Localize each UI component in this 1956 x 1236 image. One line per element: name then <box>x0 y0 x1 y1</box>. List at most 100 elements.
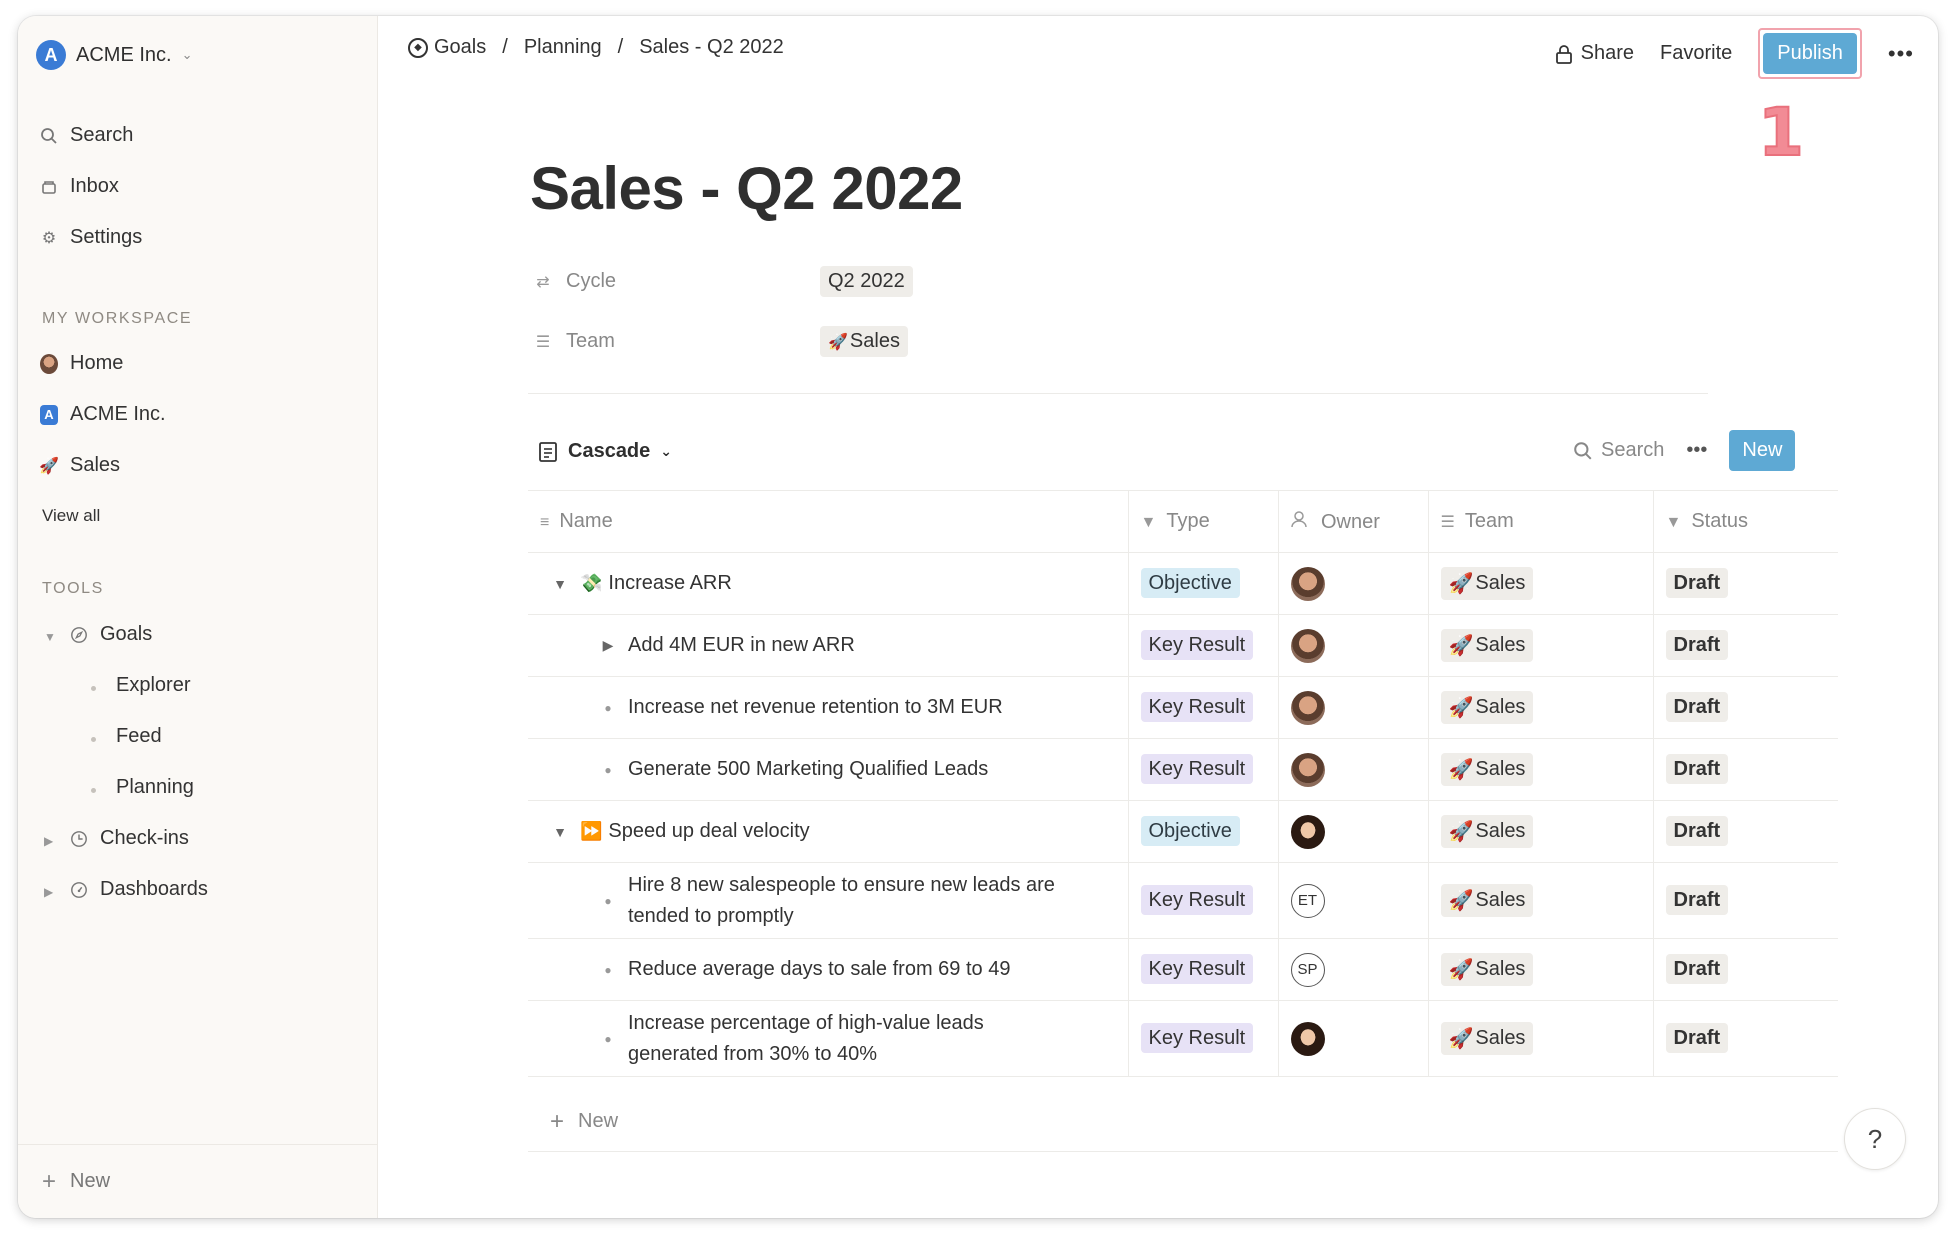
row-name[interactable]: Increase net revenue retention to 3M EUR <box>628 696 1003 719</box>
owner-avatar[interactable] <box>1290 628 1325 663</box>
sidebar-item-settings[interactable]: ⚙ Settings <box>40 226 142 249</box>
sidebar-item-acme[interactable]: A ACME Inc. <box>40 403 166 426</box>
row-name[interactable]: Add 4M EUR in new ARR <box>628 634 855 657</box>
sidebar-item-checkins[interactable]: Check-ins <box>70 827 189 850</box>
view-all-link[interactable]: View all <box>42 506 100 526</box>
table-search-button[interactable]: Search <box>1573 439 1664 462</box>
type-badge[interactable]: Key Result <box>1140 954 1254 984</box>
caret-down-icon[interactable]: ▼ <box>540 824 580 840</box>
column-header-status[interactable]: ▼ Status <box>1652 490 1838 553</box>
sidebar-item-explorer[interactable]: Explorer <box>116 674 190 697</box>
table-row[interactable]: ▼ ⏩ Speed up deal velocity Objective 🚀 Sale… <box>528 800 1838 863</box>
team-chip[interactable]: 🚀 Sales <box>1440 629 1534 662</box>
page-title[interactable]: Sales - Q2 2022 <box>530 154 963 223</box>
sidebar-item-sales[interactable]: 🚀 Sales <box>39 454 120 477</box>
column-label: Name <box>559 510 613 532</box>
property-label: Team <box>566 330 615 352</box>
caret-right-icon[interactable]: ▶ <box>588 637 628 654</box>
row-name[interactable]: Generate 500 Marketing Qualified Leads <box>628 758 988 781</box>
team-chip[interactable]: 🚀 Sales <box>1440 884 1534 917</box>
row-name[interactable]: Hire 8 new salespeople to ensure new lea… <box>628 870 1098 932</box>
owner-avatar[interactable]: SP <box>1290 952 1325 987</box>
table-more-icon[interactable]: ••• <box>1686 439 1707 462</box>
add-row-button[interactable]: + New <box>528 1092 1838 1152</box>
caret-right-icon[interactable]: ▶ <box>44 834 53 848</box>
team-chip[interactable]: 🚀 Sales <box>1440 953 1534 986</box>
type-badge[interactable]: Key Result <box>1140 754 1254 784</box>
table-row[interactable]: ● Reduce average days to sale from 69 to … <box>528 938 1838 1001</box>
type-badge[interactable]: Key Result <box>1140 885 1254 915</box>
owner-avatar[interactable] <box>1290 566 1325 601</box>
breadcrumb-current[interactable]: Sales - Q2 2022 <box>639 36 784 59</box>
sidebar-item-planning[interactable]: Planning <box>116 776 194 799</box>
bullet-icon: ● <box>604 962 612 977</box>
owner-avatar[interactable] <box>1290 752 1325 787</box>
team-chip[interactable]: 🚀 Sales <box>1440 691 1534 724</box>
workspace-switcher[interactable]: A ACME Inc. ⌄ <box>36 40 192 70</box>
column-header-owner[interactable]: Owner <box>1277 490 1428 553</box>
sidebar-item-feed[interactable]: Feed <box>116 725 162 748</box>
status-badge[interactable]: Draft <box>1665 568 1729 598</box>
breadcrumb-planning[interactable]: Planning <box>524 36 602 59</box>
status-badge[interactable]: Draft <box>1665 754 1729 784</box>
owner-avatar[interactable] <box>1290 690 1325 725</box>
status-badge[interactable]: Draft <box>1665 885 1729 915</box>
publish-button[interactable]: Publish <box>1763 33 1857 74</box>
column-header-name[interactable]: ≡ Name <box>528 490 1128 553</box>
status-badge[interactable]: Draft <box>1665 1023 1729 1053</box>
share-button[interactable]: Share <box>1555 42 1634 65</box>
sidebar-item-label: Search <box>70 124 134 146</box>
caret-down-icon[interactable]: ▼ <box>44 630 56 644</box>
type-badge[interactable]: Objective <box>1140 816 1240 846</box>
row-name[interactable]: Increase percentage of high-value leads … <box>628 1008 1048 1070</box>
cycle-value[interactable]: Q2 2022 <box>820 266 913 297</box>
owner-avatar[interactable]: ET <box>1290 883 1325 918</box>
sidebar-item-search[interactable]: Search <box>40 124 133 147</box>
sidebar-item-inbox[interactable]: Inbox <box>40 175 119 198</box>
status-badge[interactable]: Draft <box>1665 816 1729 846</box>
team-chip[interactable]: 🚀 Sales <box>1440 567 1534 600</box>
team-chip[interactable]: 🚀 Sales <box>1440 753 1534 786</box>
rocket-icon: 🚀 <box>1448 821 1474 843</box>
property-team: ☰ Team 🚀 Sales <box>534 326 908 357</box>
breadcrumb-goals[interactable]: ◆ Goals <box>408 36 486 59</box>
owner-avatar[interactable] <box>1290 1021 1325 1056</box>
sidebar-item-label: Home <box>70 352 124 374</box>
caret-right-icon[interactable]: ▶ <box>44 885 53 899</box>
row-name[interactable]: Reduce average days to sale from 69 to 4… <box>628 958 1010 981</box>
table-row[interactable]: ● Increase net revenue retention to 3M EU… <box>528 676 1838 739</box>
type-badge[interactable]: Key Result <box>1140 692 1254 722</box>
team-chip[interactable]: 🚀 Sales <box>1440 1022 1534 1055</box>
row-name[interactable]: Speed up deal velocity <box>608 820 809 843</box>
team-chip[interactable]: 🚀 Sales <box>1440 815 1534 848</box>
row-name[interactable]: Increase ARR <box>608 572 731 595</box>
help-button[interactable]: ? <box>1844 1108 1906 1170</box>
sidebar-new-button[interactable]: + New <box>18 1144 377 1218</box>
status-badge[interactable]: Draft <box>1665 692 1729 722</box>
type-badge[interactable]: Objective <box>1140 568 1240 598</box>
table-row[interactable]: ● Increase percentage of high-value leads… <box>528 1000 1838 1077</box>
status-badge[interactable]: Draft <box>1665 954 1729 984</box>
table-row[interactable]: ▶ Add 4M EUR in new ARR Key Result 🚀 Sales… <box>528 614 1838 677</box>
view-selector[interactable]: Cascade ⌄ <box>538 440 672 463</box>
sidebar-item-goals[interactable]: Goals <box>70 623 152 646</box>
team-chip-label: Sales <box>1475 820 1526 842</box>
rocket-icon: 🚀 <box>1448 635 1474 657</box>
owner-avatar[interactable] <box>1290 814 1325 849</box>
sidebar-item-home[interactable]: Home <box>40 352 123 375</box>
sidebar-item-dashboards[interactable]: Dashboards <box>70 878 208 901</box>
more-icon[interactable]: ••• <box>1888 41 1914 67</box>
favorite-button[interactable]: Favorite <box>1660 42 1732 65</box>
table-row[interactable]: ▼ 💸 Increase ARR Objective 🚀 Sales Draft <box>528 552 1838 615</box>
column-header-team[interactable]: ☰ Team <box>1427 490 1653 553</box>
column-header-type[interactable]: ▼ Type <box>1127 490 1278 553</box>
caret-down-icon[interactable]: ▼ <box>540 576 580 592</box>
table-row[interactable]: ● Generate 500 Marketing Qualified Leads … <box>528 738 1838 801</box>
table-row[interactable]: ● Hire 8 new salespeople to ensure new le… <box>528 862 1838 939</box>
status-badge[interactable]: Draft <box>1665 630 1729 660</box>
team-value[interactable]: 🚀 Sales <box>820 326 908 357</box>
new-button[interactable]: New <box>1729 430 1796 471</box>
type-badge[interactable]: Key Result <box>1140 1023 1254 1053</box>
sidebar-item-label: Settings <box>70 226 143 248</box>
type-badge[interactable]: Key Result <box>1140 630 1254 660</box>
